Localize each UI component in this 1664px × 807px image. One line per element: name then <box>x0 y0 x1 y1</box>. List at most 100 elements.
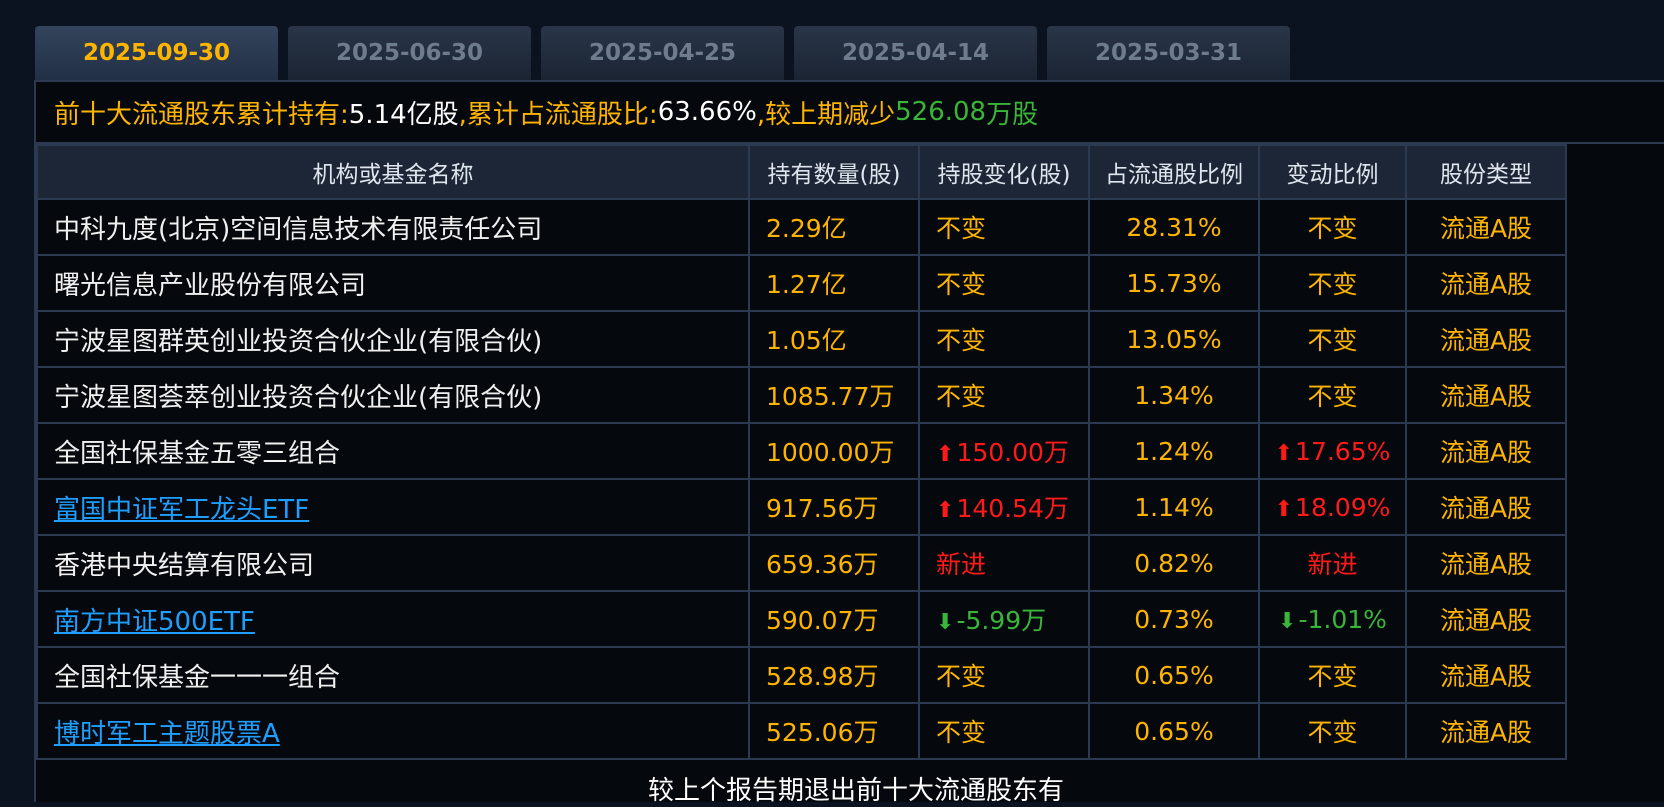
summary-hold-value: 5.14亿股 <box>348 99 459 130</box>
fund-name-link[interactable]: 南方中证500ETF <box>36 590 750 648</box>
summary-prefix: 前十大流通股东累计持有: <box>54 99 349 130</box>
share-type: 流通A股 <box>1405 310 1567 368</box>
header-share-type: 股份类型 <box>1405 144 1567 200</box>
holder-name: 曙光信息产业股份有限公司 <box>36 254 750 312</box>
table-row: 博时军工主题股票A 525.06万 不变 0.65% 不变 流通A股 <box>36 702 1567 760</box>
change-ratio-cell: 不变 <box>1258 254 1407 312</box>
arrow-up-icon: ⬆ <box>936 442 955 467</box>
summary-line: 前十大流通股东累计持有: 5.14亿股 ,累计占流通股比: 63.66% ,较上… <box>36 82 1664 144</box>
tab-2025-03-31[interactable]: 2025-03-31 <box>1047 26 1290 80</box>
share-type: 流通A股 <box>1405 198 1567 256</box>
holding-change: 不变 <box>936 270 987 299</box>
arrow-up-icon: ⬆ <box>936 498 955 523</box>
report-date-tabs: 2025-09-30 2025-06-30 2025-04-25 2025-04-14… <box>35 26 1290 80</box>
holding-change-cell: 不变 <box>918 646 1090 704</box>
table-row: 全国社保基金一一一组合 528.98万 不变 0.65% 不变 流通A股 <box>36 646 1567 704</box>
change-ratio-cell: ⬇-1.01% <box>1258 590 1407 648</box>
change-ratio-cell: 不变 <box>1258 310 1407 368</box>
holder-name: 宁波星图荟萃创业投资合伙企业(有限合伙) <box>36 366 750 424</box>
table-header-row: 机构或基金名称 持有数量(股) 持股变化(股) 占流通股比例 变动比例 股份类型 <box>36 144 1567 200</box>
share-type: 流通A股 <box>1405 702 1567 760</box>
summary-after: ,较上期减少 <box>756 99 896 130</box>
holding-change-cell: 不变 <box>918 310 1090 368</box>
summary-ratio-value: 63.66% <box>657 97 757 127</box>
holding-change: 不变 <box>936 326 987 355</box>
holding-quantity: 528.98万 <box>748 646 920 704</box>
fund-name-link[interactable]: 博时军工主题股票A <box>36 702 750 760</box>
holding-change-cell: 不变 <box>918 198 1090 256</box>
holder-name: 全国社保基金一一一组合 <box>36 646 750 704</box>
top-shareholders-panel: 前十大流通股东累计持有: 5.14亿股 ,累计占流通股比: 63.66% ,较上… <box>34 80 1664 806</box>
arrow-down-icon: ⬇ <box>1278 608 1297 634</box>
holding-quantity: 1000.00万 <box>748 422 920 480</box>
float-share-ratio: 15.73% <box>1088 254 1260 312</box>
float-share-ratio: 13.05% <box>1088 310 1260 368</box>
holding-change: -5.99万 <box>956 606 1047 635</box>
change-ratio: 不变 <box>1307 382 1358 411</box>
shareholders-table: 机构或基金名称 持有数量(股) 持股变化(股) 占流通股比例 变动比例 股份类型 中科九度… <box>36 144 1567 760</box>
header-name: 机构或基金名称 <box>36 144 750 200</box>
holding-change: 不变 <box>936 662 987 691</box>
tab-2025-04-25[interactable]: 2025-04-25 <box>541 26 784 80</box>
holding-change: 140.54万 <box>956 494 1069 523</box>
holding-quantity: 917.56万 <box>748 478 920 536</box>
holding-change-cell: ⬆140.54万 <box>918 478 1090 536</box>
arrow-down-icon: ⬇ <box>936 610 955 635</box>
float-share-ratio: 1.24% <box>1088 422 1260 480</box>
share-type: 流通A股 <box>1405 478 1567 536</box>
float-share-ratio: 0.65% <box>1088 646 1260 704</box>
holding-change: 150.00万 <box>956 438 1069 467</box>
table-row: 全国社保基金五零三组合 1000.00万 ⬆150.00万 1.24% ⬆17.65% 流… <box>36 422 1567 480</box>
holding-change: 新进 <box>936 550 987 579</box>
fund-name-link[interactable]: 富国中证军工龙头ETF <box>36 478 750 536</box>
exited-shareholders-caption: 较上个报告期退出前十大流通股东有 <box>647 776 1064 806</box>
change-ratio-cell: 不变 <box>1258 646 1407 704</box>
share-type: 流通A股 <box>1405 254 1567 312</box>
holding-change-cell: 不变 <box>918 366 1090 424</box>
tab-2025-09-30[interactable]: 2025-09-30 <box>35 26 278 80</box>
float-share-ratio: 0.73% <box>1088 590 1260 648</box>
holding-quantity: 2.29亿 <box>748 198 920 256</box>
tab-2025-04-14[interactable]: 2025-04-14 <box>794 26 1037 80</box>
change-ratio: 不变 <box>1307 270 1358 299</box>
holding-quantity: 590.07万 <box>748 590 920 648</box>
holding-quantity: 525.06万 <box>748 702 920 760</box>
header-quantity: 持有数量(股) <box>748 144 920 200</box>
change-ratio: -1.01% <box>1298 604 1387 634</box>
table-row: 宁波星图群英创业投资合伙企业(有限合伙) 1.05亿 不变 13.05% 不变 流通A股 <box>36 310 1567 368</box>
share-type: 流通A股 <box>1405 534 1567 592</box>
tab-2025-06-30[interactable]: 2025-06-30 <box>288 26 531 80</box>
share-type: 流通A股 <box>1405 590 1567 648</box>
table-row: 中科九度(北京)空间信息技术有限责任公司 2.29亿 不变 28.31% 不变 流通A股 <box>36 198 1567 256</box>
table-row: 富国中证军工龙头ETF 917.56万 ⬆140.54万 1.14% ⬆18.09% 流通… <box>36 478 1567 536</box>
change-ratio: 不变 <box>1307 662 1358 691</box>
change-ratio: 不变 <box>1307 326 1358 355</box>
table-row: 曙光信息产业股份有限公司 1.27亿 不变 15.73% 不变 流通A股 <box>36 254 1567 312</box>
arrow-up-icon: ⬆ <box>1274 496 1294 522</box>
share-type: 流通A股 <box>1405 422 1567 480</box>
holder-name: 香港中央结算有限公司 <box>36 534 750 592</box>
holder-name: 中科九度(北京)空间信息技术有限责任公司 <box>36 198 750 256</box>
holding-change-cell: 新进 <box>918 534 1090 592</box>
change-ratio-cell: ⬆18.09% <box>1258 478 1407 536</box>
arrow-up-icon: ⬆ <box>1274 440 1294 466</box>
holder-name: 全国社保基金五零三组合 <box>36 422 750 480</box>
change-ratio: 不变 <box>1307 214 1358 243</box>
share-type: 流通A股 <box>1405 366 1567 424</box>
header-change-ratio: 变动比例 <box>1258 144 1407 200</box>
holding-change-cell: 不变 <box>918 254 1090 312</box>
holding-change: 不变 <box>936 214 987 243</box>
holding-change-cell: 不变 <box>918 702 1090 760</box>
change-ratio-cell: 不变 <box>1258 198 1407 256</box>
float-share-ratio: 0.82% <box>1088 534 1260 592</box>
change-ratio-cell: 不变 <box>1258 366 1407 424</box>
summary-mid: ,累计占流通股比: <box>458 99 658 130</box>
change-ratio: 新进 <box>1307 550 1358 579</box>
change-ratio-cell: 新进 <box>1258 534 1407 592</box>
float-share-ratio: 28.31% <box>1088 198 1260 256</box>
holding-change: 不变 <box>936 718 987 747</box>
table-row: 香港中央结算有限公司 659.36万 新进 0.82% 新进 流通A股 <box>36 534 1567 592</box>
holding-change-cell: ⬆150.00万 <box>918 422 1090 480</box>
header-ratio: 占流通股比例 <box>1088 144 1260 200</box>
holding-quantity: 659.36万 <box>748 534 920 592</box>
